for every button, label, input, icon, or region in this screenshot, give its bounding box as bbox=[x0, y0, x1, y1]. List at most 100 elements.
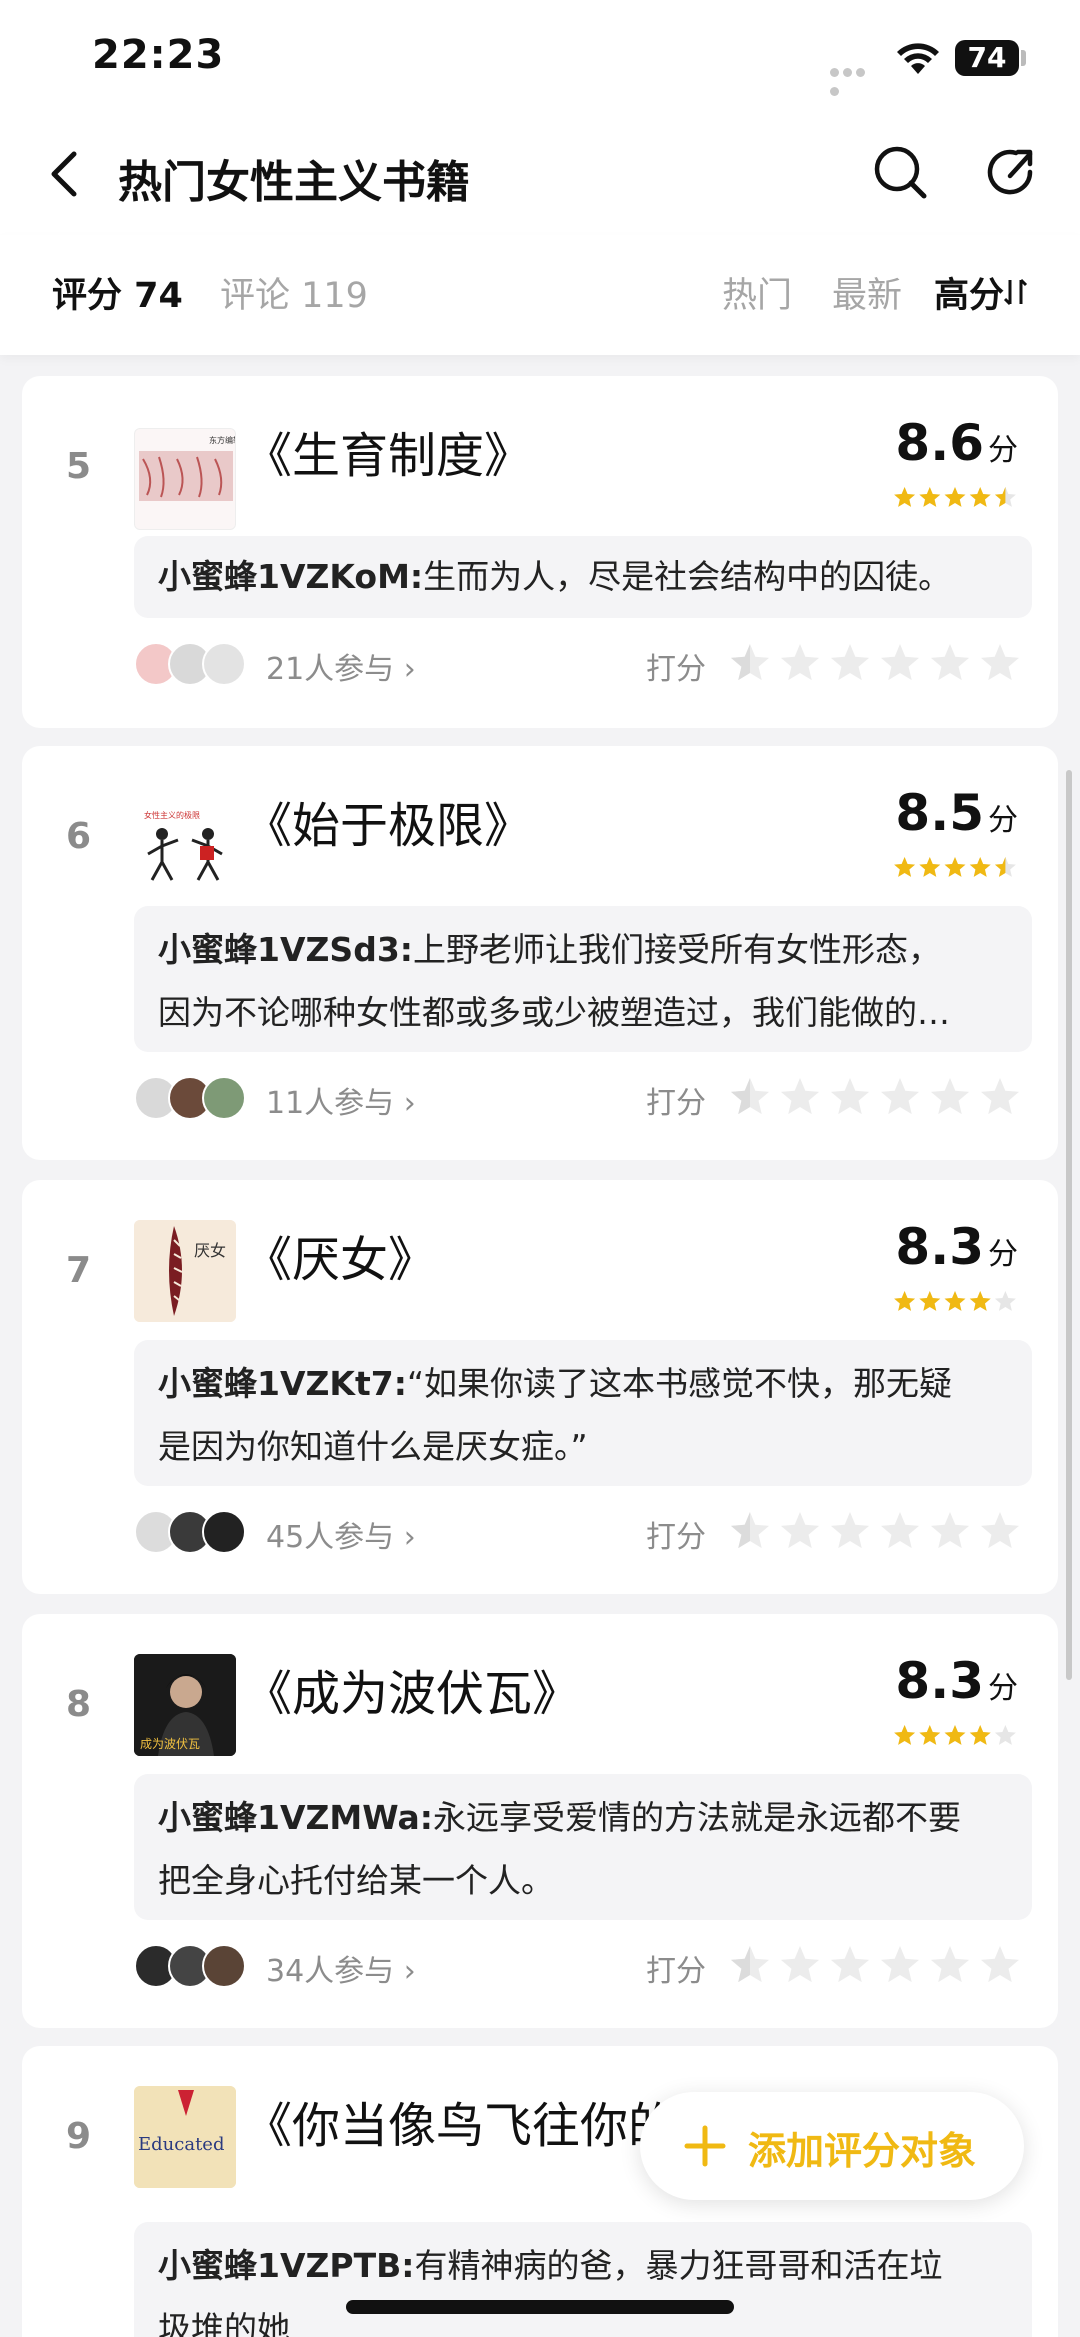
avatar bbox=[202, 642, 246, 686]
score-star bbox=[994, 1725, 1016, 1745]
sort-order-icon[interactable] bbox=[1003, 277, 1029, 307]
rate-star bbox=[930, 1078, 970, 1115]
sort-hot[interactable]: 热门 bbox=[722, 267, 792, 318]
book-cover[interactable]: 东方编辑 bbox=[134, 428, 236, 530]
rate-label: 打分 bbox=[646, 652, 706, 687]
participant-avatars bbox=[134, 1076, 264, 1120]
rank-number: 6 bbox=[66, 816, 92, 857]
comment-text: 生而为人，尽是社会结构中的囚徒。 bbox=[423, 557, 952, 596]
book-title[interactable]: 《你当像鸟飞往你的 bbox=[244, 2086, 676, 2156]
sort-high-score[interactable]: 高分 bbox=[934, 267, 1004, 318]
battery-indicator: 74 bbox=[955, 40, 1019, 76]
comment-user: 小蜜蜂1VZMWa: bbox=[158, 1798, 433, 1837]
rate-star bbox=[780, 1946, 820, 1983]
book-cover[interactable]: 成为波伏瓦 bbox=[134, 1654, 236, 1756]
cover-text: 厌女 bbox=[194, 1241, 226, 1260]
participant-avatars bbox=[134, 642, 264, 686]
sort-latest[interactable]: 最新 bbox=[832, 267, 902, 318]
avatar bbox=[202, 1944, 246, 1988]
book-card[interactable]: 7 厌女 《厌女》 8.3 分 小蜜蜂1VZKt7:“如果你读了这本书感觉不快，那… bbox=[22, 1180, 1058, 1594]
participant-avatars bbox=[134, 1510, 264, 1554]
book-title[interactable]: 《始于极限》 bbox=[244, 786, 532, 856]
rate-star bbox=[780, 1078, 820, 1115]
cover-art: 成为波伏瓦 bbox=[134, 1654, 236, 1756]
comment-text: 上野老师让我们接受所有女性形态， bbox=[412, 930, 941, 969]
score-star bbox=[994, 1291, 1016, 1311]
rate-stars[interactable] bbox=[728, 1944, 1028, 1988]
back-arrow-icon[interactable] bbox=[42, 144, 92, 204]
participants-link[interactable]: 21人参与 › bbox=[266, 644, 416, 688]
participants-link[interactable]: 11人参与 › bbox=[266, 1078, 416, 1122]
cover-art: Educated bbox=[134, 2086, 236, 2188]
score: 8.3 分 bbox=[895, 1652, 1018, 1710]
rank-number: 8 bbox=[66, 1684, 92, 1725]
participants-link[interactable]: 34人参与 › bbox=[266, 1946, 416, 1990]
book-card[interactable]: 5 东方编辑 《生育制度》 8.6分 小蜜蜂1VZKoM:生而为人，尽是社会结构… bbox=[22, 376, 1058, 728]
score-stars bbox=[894, 1291, 1016, 1311]
rate-star bbox=[830, 1946, 870, 1983]
tab-rating[interactable]: 评分 74 bbox=[52, 267, 183, 318]
share-icon[interactable] bbox=[982, 142, 1042, 202]
rate-star bbox=[830, 1078, 870, 1115]
comment-quote[interactable]: 小蜜蜂1VZSd3:上野老师让我们接受所有女性形态， 因为不论哪种女性都或多或少… bbox=[134, 906, 1032, 1052]
rate-label: 打分 bbox=[646, 1086, 706, 1121]
score-number: 8.6 bbox=[895, 414, 984, 472]
comment-user: 小蜜蜂1VZPTB: bbox=[158, 2246, 415, 2285]
comment-quote[interactable]: 小蜜蜂1VZMWa:永远享受爱情的方法就是永远都不要 把全身心托付给某一个人。 bbox=[134, 1774, 1032, 1920]
rate-stars[interactable] bbox=[728, 1076, 1028, 1120]
rate-star bbox=[980, 1078, 1020, 1115]
score-star-fill bbox=[919, 1725, 941, 1745]
book-card[interactable]: 6 女性主义的极限 《始于极限》 8.5 分 小蜜蜂1VZSd3:上野老师让我们接… bbox=[22, 746, 1058, 1160]
book-title[interactable]: 《厌女》 bbox=[244, 1220, 436, 1290]
cover-art: 女性主义的极限 bbox=[134, 784, 236, 886]
rate-stars[interactable] bbox=[728, 1510, 1028, 1554]
rate-star bbox=[880, 644, 920, 681]
score-stars bbox=[894, 487, 1016, 507]
comment-text: “如果你读了这本书感觉不快，那无疑 bbox=[406, 1364, 953, 1403]
comment-quote[interactable]: 小蜜蜂1VZPTB:有精神病的爸，暴力狂哥哥和活在垃 圾堆的她 bbox=[134, 2222, 1032, 2337]
comment-text: 永远享受爱情的方法就是永远都不要 bbox=[432, 1798, 961, 1837]
rate-star bbox=[880, 1946, 920, 1983]
comment-text-continued: 圾堆的她 bbox=[158, 2309, 290, 2337]
cellular-signal-icon bbox=[830, 62, 880, 96]
rate-star bbox=[980, 1512, 1020, 1549]
score-stars bbox=[894, 857, 1016, 877]
comment-text-continued: 把全身心托付给某一个人。 bbox=[158, 1861, 554, 1900]
rate-star bbox=[780, 1512, 820, 1549]
rate-star bbox=[930, 1512, 970, 1549]
score-unit: 分 bbox=[988, 1237, 1018, 1272]
score-star-fill bbox=[894, 857, 916, 877]
book-cover[interactable]: 女性主义的极限 bbox=[134, 784, 236, 886]
comment-quote[interactable]: 小蜜蜂1VZKt7:“如果你读了这本书感觉不快，那无疑 是因为你知道什么是厌女症… bbox=[134, 1340, 1032, 1486]
cover-art: 东方编辑 bbox=[135, 429, 236, 529]
book-card[interactable]: 8 成为波伏瓦 《成为波伏瓦》 8.3 分 小蜜蜂1VZMWa:永远享受爱情的方法… bbox=[22, 1614, 1058, 2028]
book-title[interactable]: 《成为波伏瓦》 bbox=[244, 1654, 580, 1724]
participants-link[interactable]: 45人参与 › bbox=[266, 1512, 416, 1556]
rate-star bbox=[980, 1946, 1020, 1983]
cover-text: 东方编辑 bbox=[209, 435, 236, 445]
rate-label: 打分 bbox=[646, 1520, 706, 1555]
score-star-fill bbox=[969, 1291, 991, 1311]
rank-number: 5 bbox=[66, 446, 92, 487]
rate-star bbox=[830, 1512, 870, 1549]
rate-star bbox=[980, 644, 1020, 681]
book-title[interactable]: 《生育制度》 bbox=[244, 416, 532, 486]
search-icon[interactable] bbox=[870, 142, 930, 202]
add-rating-object-button[interactable]: 添加评分对象 bbox=[640, 2092, 1024, 2200]
score-star-fill bbox=[969, 1725, 991, 1745]
score: 8.5 分 bbox=[895, 784, 1018, 842]
cover-art: 厌女 bbox=[134, 1220, 236, 1322]
score-star-fill bbox=[894, 487, 916, 507]
home-indicator[interactable] bbox=[346, 2300, 734, 2314]
tab-comments[interactable]: 评论 119 bbox=[220, 267, 368, 318]
book-cover[interactable]: 厌女 bbox=[134, 1220, 236, 1322]
book-cover[interactable]: Educated bbox=[134, 2086, 236, 2188]
rate-stars[interactable] bbox=[728, 642, 1028, 686]
wifi-icon bbox=[897, 43, 939, 74]
score-star-fill bbox=[894, 1291, 916, 1311]
rate-star bbox=[780, 644, 820, 681]
scrollbar[interactable] bbox=[1066, 770, 1072, 1680]
score-number: 8.5 bbox=[895, 784, 984, 842]
plus-icon bbox=[684, 2125, 726, 2167]
comment-quote[interactable]: 小蜜蜂1VZKoM:生而为人，尽是社会结构中的囚徒。 bbox=[134, 536, 1032, 618]
